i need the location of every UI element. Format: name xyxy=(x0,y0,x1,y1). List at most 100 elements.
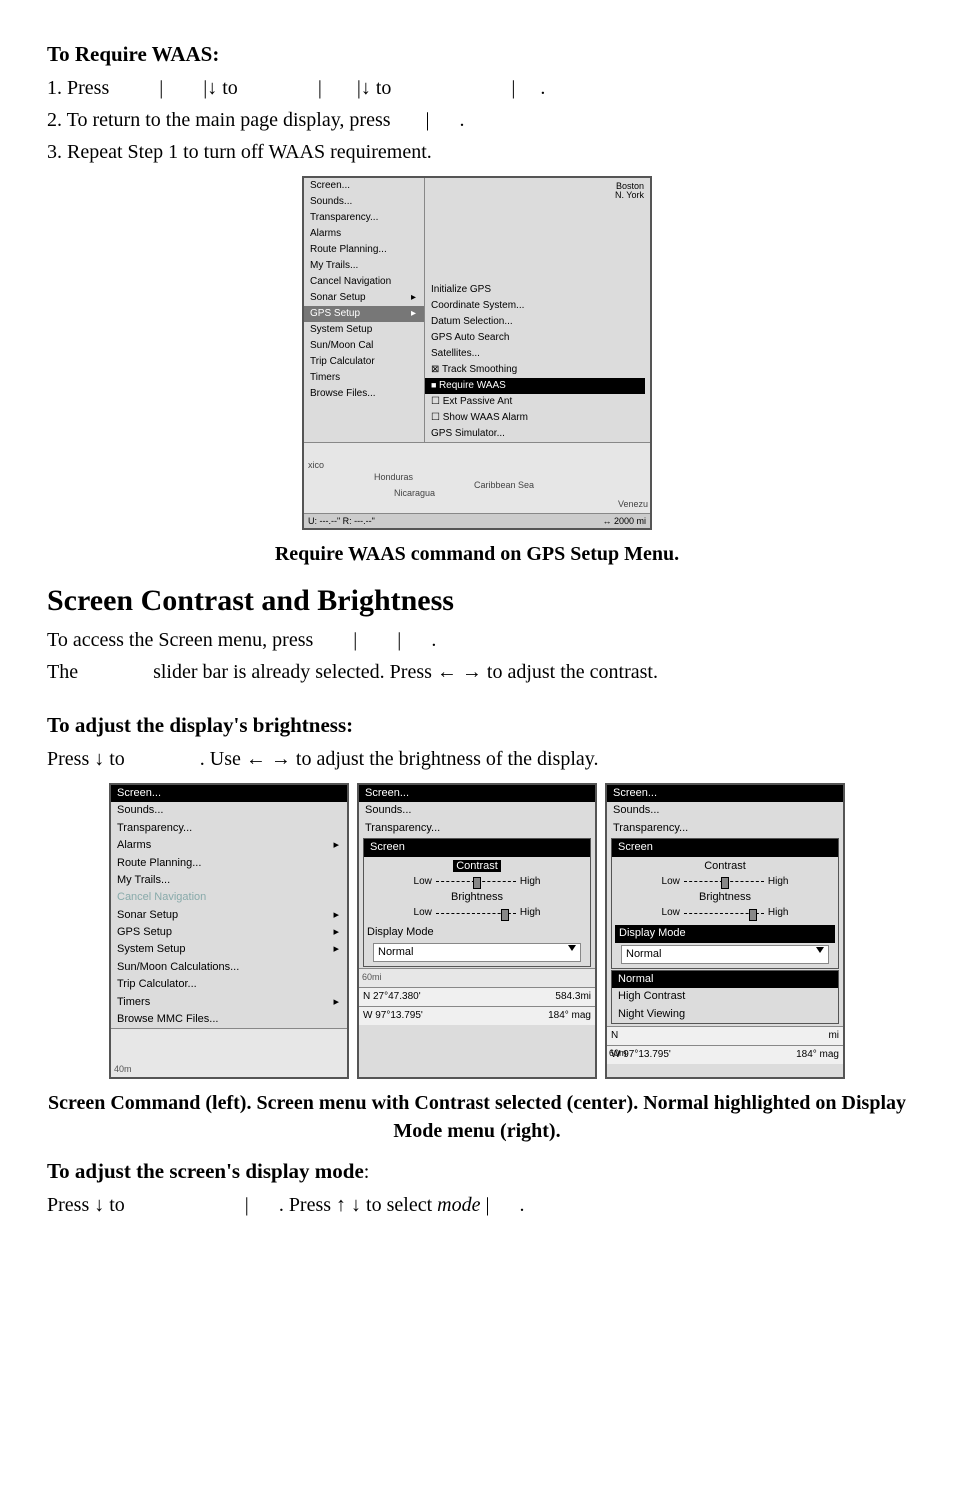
slider-thumb-icon[interactable] xyxy=(501,909,509,921)
high-label: High xyxy=(520,875,541,889)
coords-row-1: N 27°47.380' 584.3mi xyxy=(359,987,595,1006)
menu-item[interactable]: Browse MMC Files... xyxy=(111,1011,347,1028)
txt: Press ↓ to xyxy=(47,748,130,770)
menu-item[interactable]: Browse Files... xyxy=(304,386,424,402)
step-3: 3. Repeat Step 1 to turn off WAAS requir… xyxy=(47,138,907,166)
submenu-item[interactable]: Initialize GPS xyxy=(425,282,645,298)
map-label-york: N. York xyxy=(615,190,644,200)
menu-item-screen[interactable]: Screen... xyxy=(359,785,595,802)
menu-item[interactable]: My Trails... xyxy=(111,872,347,889)
display-mode-line: Press ↓ to | . Press ↑ ↓ to select mode … xyxy=(47,1191,907,1219)
map-label: Venezu xyxy=(618,498,648,511)
tiny-n: N xyxy=(611,1029,618,1043)
caption-2: Screen Command (left). Screen menu with … xyxy=(47,1089,907,1145)
submenu-arrow-icon: ▸ xyxy=(333,838,339,853)
menu-item[interactable]: Alarms▸ xyxy=(111,837,347,854)
menu-item[interactable]: System Setup xyxy=(304,322,424,338)
menu-item-screen[interactable]: Screen... xyxy=(607,785,843,802)
menu-item[interactable]: Alarms xyxy=(304,226,424,242)
txt: Press ↓ to xyxy=(47,1194,130,1216)
dropdown-arrow-icon xyxy=(816,947,824,953)
require-waas-checkbox[interactable]: Require WAAS xyxy=(425,378,645,394)
require-waas-heading: To Require WAAS: xyxy=(47,40,907,69)
brightness-slider[interactable]: Low High xyxy=(615,905,835,921)
slider-thumb-icon[interactable] xyxy=(721,877,729,889)
adjust-brightness-heading: To adjust the display's brightness: xyxy=(47,711,907,740)
contrast-slider[interactable]: Low High xyxy=(615,874,835,890)
menu-item[interactable]: Transparency... xyxy=(607,820,843,837)
submenu-arrow-icon: ▸ xyxy=(411,307,416,321)
submenu-item[interactable]: Coordinate System... xyxy=(425,298,645,314)
dist: 584.3mi xyxy=(555,990,591,1004)
adjust-display-mode-heading: To adjust the screen's display mode xyxy=(47,1159,364,1183)
menu-item[interactable]: Sounds... xyxy=(111,802,347,819)
menu-item[interactable]: Sounds... xyxy=(359,802,595,819)
menu-item[interactable]: Transparency... xyxy=(359,820,595,837)
map-label-boston: Boston xyxy=(616,181,644,191)
map-area: 60mi xyxy=(359,968,595,987)
step2-dot: . xyxy=(460,109,465,131)
menu-item[interactable]: Sounds... xyxy=(304,194,424,210)
submenu-item[interactable]: Satellites... xyxy=(425,346,645,362)
menu-item[interactable]: GPS Setup▸ xyxy=(111,924,347,941)
menu-item-gps-setup[interactable]: GPS Setup ▸ xyxy=(304,306,424,322)
menu-item[interactable]: Route Planning... xyxy=(111,855,347,872)
access-screen-line: To access the Screen menu, press | | . xyxy=(47,626,907,654)
submenu-item[interactable]: GPS Auto Search xyxy=(425,330,645,346)
menu-item[interactable]: System Setup▸ xyxy=(111,941,347,958)
caption-1: Require WAAS command on GPS Setup Menu. xyxy=(47,540,907,568)
low-label: Low xyxy=(414,875,432,889)
menu-item[interactable]: Transparency... xyxy=(304,210,424,226)
menu-item[interactable]: My Trails... xyxy=(304,258,424,274)
display-mode-value: Normal xyxy=(378,945,413,960)
menu-item[interactable]: Screen... xyxy=(304,178,424,194)
dropdown-item[interactable]: High Contrast xyxy=(612,988,838,1005)
sep: | xyxy=(397,629,401,651)
brightness-slider[interactable]: Low High xyxy=(367,905,587,921)
mode-italic: mode xyxy=(437,1194,480,1216)
sep: | xyxy=(353,629,357,651)
menu-item[interactable]: Sonar Setup▸ xyxy=(111,907,347,924)
menu-item-screen[interactable]: Screen... xyxy=(111,785,347,802)
menu-item[interactable]: Cancel Navigation xyxy=(304,274,424,290)
track-smoothing-checkbox[interactable]: Track Smoothing xyxy=(425,362,645,378)
menu-label: GPS Setup xyxy=(310,308,360,319)
map-label: Caribbean Sea xyxy=(474,479,534,492)
slider-thumb-icon[interactable] xyxy=(749,909,757,921)
submenu-arrow-icon: ▸ xyxy=(333,995,339,1010)
menu-item-disabled: Cancel Navigation xyxy=(111,889,347,906)
display-mode-select[interactable]: Normal xyxy=(621,945,829,964)
low-label: Low xyxy=(662,875,680,889)
map-label: Nicaragua xyxy=(394,487,435,500)
menu-item[interactable]: Sonar Setup▸ xyxy=(304,290,424,306)
menu-item[interactable]: Transparency... xyxy=(111,820,347,837)
display-mode-dropdown[interactable]: Normal High Contrast Night Viewing xyxy=(611,970,839,1024)
ext-passive-ant-checkbox[interactable]: Ext Passive Ant xyxy=(425,394,645,410)
step-1: 1. Press | |↓ to | |↓ to | . xyxy=(47,74,907,102)
menu-item[interactable]: Trip Calculator xyxy=(304,354,424,370)
menu-item[interactable]: Timers xyxy=(304,370,424,386)
map-scale: 60m xyxy=(609,1047,627,1060)
menu-item[interactable]: Trip Calculator... xyxy=(111,976,347,993)
tiny-mi: mi xyxy=(828,1029,839,1043)
show-waas-alarm-checkbox[interactable]: Show WAAS Alarm xyxy=(425,410,645,426)
menu-item[interactable]: Timers▸ xyxy=(111,994,347,1011)
menu-item[interactable]: Sun/Moon Calculations... xyxy=(111,959,347,976)
map-scale: 60mi xyxy=(362,971,382,984)
box-title: Screen xyxy=(364,839,590,856)
screen-settings-box: Screen Contrast Low High Brightness Low … xyxy=(611,838,839,969)
slider-thumb-icon[interactable] xyxy=(473,877,481,889)
contrast-slider[interactable]: Low High xyxy=(367,874,587,890)
menu-item[interactable]: Sun/Moon Cal xyxy=(304,338,424,354)
gps-simulator-item[interactable]: GPS Simulator... xyxy=(425,426,645,442)
display-mode-select[interactable]: Normal xyxy=(373,943,581,962)
menu-item[interactable]: Route Planning... xyxy=(304,242,424,258)
dropdown-item-normal[interactable]: Normal xyxy=(612,971,838,988)
step-2: 2. To return to the main page display, p… xyxy=(47,106,907,134)
submenu-item[interactable]: Datum Selection... xyxy=(425,314,645,330)
coord-w: W 97°13.795' xyxy=(363,1009,423,1023)
menu-item[interactable]: Sounds... xyxy=(607,802,843,819)
sep: | xyxy=(485,1194,489,1216)
contrast-label: Contrast xyxy=(453,860,501,872)
dropdown-item[interactable]: Night Viewing xyxy=(612,1006,838,1023)
